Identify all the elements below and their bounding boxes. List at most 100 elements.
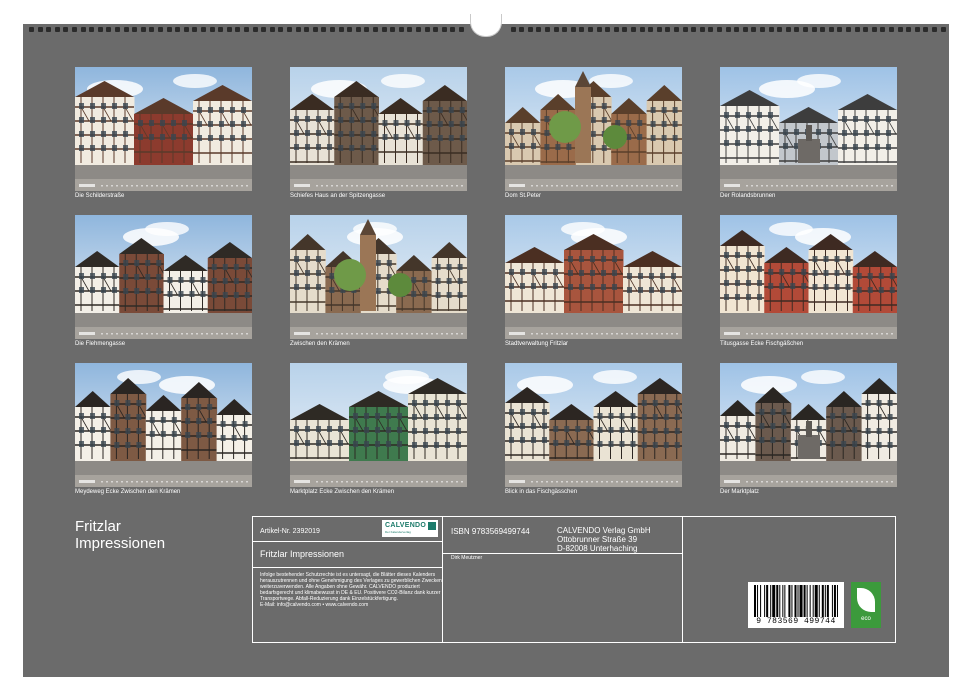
- binding-ring: [777, 27, 783, 32]
- photo-5: [75, 215, 252, 339]
- binding-ring: [433, 27, 439, 32]
- info-panel: Artikel-Nr. 2392019 CALVENDO Der Kalende…: [252, 516, 896, 643]
- article-number: Artikel-Nr. 2392019: [260, 528, 320, 535]
- binding-ring: [691, 27, 697, 32]
- binding-ring: [665, 27, 671, 32]
- calvendo-logo-subtext: Der Kalenderverlag: [385, 530, 411, 534]
- binding-ring: [820, 27, 826, 32]
- barcode-bar: [764, 585, 766, 617]
- binding-ring: [699, 27, 705, 32]
- binding-ring: [562, 27, 568, 32]
- binding-ring: [923, 27, 929, 32]
- binding-ring: [760, 27, 765, 32]
- binding-ring: [175, 27, 181, 32]
- binding-ring: [218, 27, 224, 32]
- photo-caption: Meydeweg Ecke Zwischen den Krämen: [75, 489, 181, 495]
- binding-ring: [656, 27, 662, 32]
- leaf-icon: [857, 588, 875, 612]
- binding-ring: [183, 27, 189, 32]
- binding-ring: [639, 27, 645, 32]
- binding-ring: [854, 27, 860, 32]
- photo-image: [505, 363, 682, 487]
- binding-ring: [794, 27, 800, 32]
- binding-ring: [725, 27, 731, 32]
- barcode-bar: [831, 585, 833, 617]
- isbn: ISBN 9783569499744: [451, 527, 530, 536]
- binding-ring: [115, 27, 120, 32]
- binding-ring: [46, 27, 52, 32]
- binding-ring: [149, 27, 155, 32]
- binding-ring: [407, 27, 413, 32]
- photo-image: [505, 67, 682, 191]
- binding-ring: [106, 27, 112, 32]
- binding-ring: [742, 27, 748, 32]
- barcode-bar: [784, 585, 786, 617]
- binding-ring: [140, 27, 146, 32]
- barcode-bar: [833, 585, 836, 617]
- photo-caption: Zwischen den Krämen: [290, 341, 350, 347]
- binding-ring: [682, 27, 688, 32]
- binding-ring: [613, 27, 619, 32]
- info-divider: [253, 567, 442, 568]
- photo-caption: Titusgasse Ecke Fischgäßchen: [720, 341, 804, 347]
- author: Dirk Meutzner: [451, 555, 483, 561]
- binding-ring: [321, 27, 327, 32]
- binding-ring: [717, 27, 722, 32]
- binding-ring: [381, 27, 387, 32]
- binding-ring: [278, 27, 284, 32]
- photo-4: [720, 67, 897, 191]
- product-title: Fritzlar Impressionen: [260, 549, 345, 559]
- binding-ring: [940, 27, 946, 32]
- barcode-bar: [826, 585, 829, 617]
- binding-ring: [871, 27, 877, 32]
- photo-9: [75, 363, 252, 487]
- binding-ring: [459, 27, 464, 32]
- binding-ring: [897, 27, 903, 32]
- binding-ring: [932, 27, 937, 32]
- barcode-bar: [776, 585, 779, 617]
- binding-ring: [201, 27, 206, 32]
- binding-ring: [261, 27, 267, 32]
- binding-ring: [768, 27, 774, 32]
- photo-image: [720, 363, 897, 487]
- binding-ring: [235, 27, 241, 32]
- publisher-address: CALVENDO Verlag GmbH Ottobrunner Straße …: [557, 526, 651, 553]
- binding-ring: [846, 27, 851, 32]
- binding-ring: [570, 27, 576, 32]
- eco-label: eco: [861, 616, 871, 622]
- binding-ring: [398, 27, 404, 32]
- address-line: D-82008 Unterhaching: [557, 544, 638, 553]
- binding-ring: [338, 27, 344, 32]
- binding-ring: [72, 27, 77, 32]
- binding-ring: [837, 27, 843, 32]
- photo-caption: Der Marktplatz: [720, 489, 760, 495]
- binding-ring: [304, 27, 310, 32]
- binding-ring: [226, 27, 232, 32]
- photo-caption: Blick in das Fischgässchen: [505, 489, 578, 495]
- legal-notice: Infolge bestehender Schutzrechte ist es …: [260, 572, 442, 608]
- barcode-bar: [821, 585, 824, 617]
- barcode-bar: [803, 585, 806, 617]
- barcode-bar: [806, 585, 808, 617]
- barcode-bar: [782, 585, 784, 617]
- calvendo-logo: CALVENDO Der Kalenderverlag: [382, 520, 438, 537]
- barcode-bar: [824, 585, 826, 617]
- binding-ring: [209, 27, 215, 32]
- binding-ring: [166, 27, 172, 32]
- photo-2: [290, 67, 467, 191]
- photo-1: [75, 67, 252, 191]
- binding-ring: [588, 27, 593, 32]
- photo-caption: Stadtverwaltung Fritzlar: [505, 341, 569, 347]
- barcode-bar: [770, 585, 772, 617]
- binding-ring: [37, 27, 43, 32]
- binding-ring: [80, 27, 86, 32]
- photo-11: [505, 363, 682, 487]
- binding-ring: [828, 27, 834, 32]
- calvendo-logo-icon: [428, 522, 436, 530]
- binding-ring: [536, 27, 542, 32]
- binding-ring: [63, 27, 69, 32]
- barcode-bar: [791, 585, 793, 617]
- binding-ring: [906, 27, 912, 32]
- barcode-bar: [760, 585, 762, 617]
- binding-ring: [89, 27, 95, 32]
